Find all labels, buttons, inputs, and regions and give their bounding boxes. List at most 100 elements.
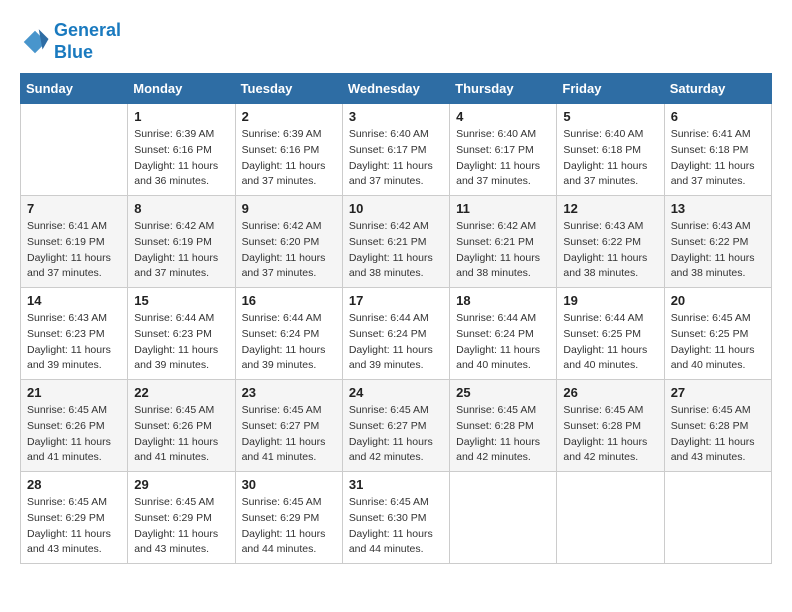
day-info: Sunrise: 6:45 AM Sunset: 6:29 PM Dayligh… — [27, 495, 121, 558]
day-info: Sunrise: 6:44 AM Sunset: 6:23 PM Dayligh… — [134, 311, 228, 374]
day-info: Sunrise: 6:45 AM Sunset: 6:26 PM Dayligh… — [27, 403, 121, 466]
day-number: 18 — [456, 293, 550, 308]
day-cell: 10Sunrise: 6:42 AM Sunset: 6:21 PM Dayli… — [342, 196, 449, 288]
logo-text: General Blue — [54, 20, 121, 63]
day-cell: 11 Sunrise: 6:42 AM Sunset: 6:21 PM Dayli… — [450, 196, 557, 288]
day-info: Sunrise: 6:45 AM Sunset: 6:25 PM Dayligh… — [671, 311, 765, 374]
day-info: Sunrise: 6:45 AM Sunset: 6:27 PM Dayligh… — [349, 403, 443, 466]
week-row-1: 1Sunrise: 6:39 AM Sunset: 6:16 PM Daylig… — [21, 104, 772, 196]
day-number: 21 — [27, 385, 121, 400]
day-cell — [450, 472, 557, 564]
day-cell: 29 Sunrise: 6:45 AM Sunset: 6:29 PM Dayli… — [128, 472, 235, 564]
day-cell: 15 Sunrise: 6:44 AM Sunset: 6:23 PM Dayli… — [128, 288, 235, 380]
day-cell: 14 Sunrise: 6:43 AM Sunset: 6:23 PM Dayli… — [21, 288, 128, 380]
day-number: 10 — [349, 201, 443, 216]
day-cell — [557, 472, 664, 564]
day-cell: 18 Sunrise: 6:44 AM Sunset: 6:24 PM Dayli… — [450, 288, 557, 380]
day-cell — [664, 472, 771, 564]
day-info: Sunrise: 6:39 AM Sunset: 6:16 PM Dayligh… — [242, 127, 336, 190]
day-info: Sunrise: 6:45 AM Sunset: 6:28 PM Dayligh… — [671, 403, 765, 466]
day-number: 4 — [456, 109, 550, 124]
day-info: Sunrise: 6:43 AM Sunset: 6:22 PM Dayligh… — [671, 219, 765, 282]
day-number: 17 — [349, 293, 443, 308]
day-number: 11 — [456, 201, 550, 216]
day-cell: 25Sunrise: 6:45 AM Sunset: 6:28 PM Dayli… — [450, 380, 557, 472]
day-info: Sunrise: 6:45 AM Sunset: 6:27 PM Dayligh… — [242, 403, 336, 466]
week-row-2: 7 Sunrise: 6:41 AM Sunset: 6:19 PM Daylig… — [21, 196, 772, 288]
header-cell-sunday: Sunday — [21, 74, 128, 104]
header-cell-thursday: Thursday — [450, 74, 557, 104]
week-row-5: 28 Sunrise: 6:45 AM Sunset: 6:29 PM Dayli… — [21, 472, 772, 564]
page-header: General Blue — [20, 20, 772, 63]
day-cell: 8 Sunrise: 6:42 AM Sunset: 6:19 PM Daylig… — [128, 196, 235, 288]
day-cell: 7 Sunrise: 6:41 AM Sunset: 6:19 PM Daylig… — [21, 196, 128, 288]
day-cell — [21, 104, 128, 196]
day-number: 26 — [563, 385, 657, 400]
day-cell: 13Sunrise: 6:43 AM Sunset: 6:22 PM Dayli… — [664, 196, 771, 288]
day-number: 30 — [242, 477, 336, 492]
day-number: 27 — [671, 385, 765, 400]
calendar-body: 1Sunrise: 6:39 AM Sunset: 6:16 PM Daylig… — [21, 104, 772, 564]
day-cell: 24 Sunrise: 6:45 AM Sunset: 6:27 PM Dayli… — [342, 380, 449, 472]
header-cell-monday: Monday — [128, 74, 235, 104]
day-cell: 31 Sunrise: 6:45 AM Sunset: 6:30 PM Dayli… — [342, 472, 449, 564]
day-cell: 30Sunrise: 6:45 AM Sunset: 6:29 PM Dayli… — [235, 472, 342, 564]
day-cell: 16Sunrise: 6:44 AM Sunset: 6:24 PM Dayli… — [235, 288, 342, 380]
day-number: 6 — [671, 109, 765, 124]
day-number: 9 — [242, 201, 336, 216]
day-number: 7 — [27, 201, 121, 216]
day-cell: 9 Sunrise: 6:42 AM Sunset: 6:20 PM Daylig… — [235, 196, 342, 288]
day-number: 31 — [349, 477, 443, 492]
day-number: 24 — [349, 385, 443, 400]
day-number: 8 — [134, 201, 228, 216]
day-info: Sunrise: 6:44 AM Sunset: 6:24 PM Dayligh… — [456, 311, 550, 374]
day-number: 20 — [671, 293, 765, 308]
calendar-table: SundayMondayTuesdayWednesdayThursdayFrid… — [20, 73, 772, 564]
day-cell: 3Sunrise: 6:40 AM Sunset: 6:17 PM Daylig… — [342, 104, 449, 196]
day-cell: 28 Sunrise: 6:45 AM Sunset: 6:29 PM Dayli… — [21, 472, 128, 564]
header-cell-tuesday: Tuesday — [235, 74, 342, 104]
day-info: Sunrise: 6:45 AM Sunset: 6:30 PM Dayligh… — [349, 495, 443, 558]
day-cell: 2 Sunrise: 6:39 AM Sunset: 6:16 PM Daylig… — [235, 104, 342, 196]
day-info: Sunrise: 6:41 AM Sunset: 6:19 PM Dayligh… — [27, 219, 121, 282]
header-row: SundayMondayTuesdayWednesdayThursdayFrid… — [21, 74, 772, 104]
logo-icon — [20, 27, 50, 57]
day-cell: 12Sunrise: 6:43 AM Sunset: 6:22 PM Dayli… — [557, 196, 664, 288]
day-cell: 23Sunrise: 6:45 AM Sunset: 6:27 PM Dayli… — [235, 380, 342, 472]
day-number: 14 — [27, 293, 121, 308]
day-cell: 4 Sunrise: 6:40 AM Sunset: 6:17 PM Daylig… — [450, 104, 557, 196]
day-cell: 6Sunrise: 6:41 AM Sunset: 6:18 PM Daylig… — [664, 104, 771, 196]
day-cell: 22 Sunrise: 6:45 AM Sunset: 6:26 PM Dayli… — [128, 380, 235, 472]
day-cell: 19 Sunrise: 6:44 AM Sunset: 6:25 PM Dayli… — [557, 288, 664, 380]
header-cell-friday: Friday — [557, 74, 664, 104]
day-info: Sunrise: 6:40 AM Sunset: 6:17 PM Dayligh… — [456, 127, 550, 190]
day-number: 5 — [563, 109, 657, 124]
day-info: Sunrise: 6:42 AM Sunset: 6:19 PM Dayligh… — [134, 219, 228, 282]
day-number: 3 — [349, 109, 443, 124]
day-info: Sunrise: 6:42 AM Sunset: 6:20 PM Dayligh… — [242, 219, 336, 282]
day-number: 22 — [134, 385, 228, 400]
day-info: Sunrise: 6:45 AM Sunset: 6:26 PM Dayligh… — [134, 403, 228, 466]
day-cell: 5Sunrise: 6:40 AM Sunset: 6:18 PM Daylig… — [557, 104, 664, 196]
header-cell-wednesday: Wednesday — [342, 74, 449, 104]
day-info: Sunrise: 6:45 AM Sunset: 6:28 PM Dayligh… — [563, 403, 657, 466]
day-cell: 17 Sunrise: 6:44 AM Sunset: 6:24 PM Dayli… — [342, 288, 449, 380]
day-cell: 27 Sunrise: 6:45 AM Sunset: 6:28 PM Dayli… — [664, 380, 771, 472]
day-info: Sunrise: 6:44 AM Sunset: 6:24 PM Dayligh… — [242, 311, 336, 374]
day-info: Sunrise: 6:44 AM Sunset: 6:25 PM Dayligh… — [563, 311, 657, 374]
day-info: Sunrise: 6:43 AM Sunset: 6:22 PM Dayligh… — [563, 219, 657, 282]
calendar-header: SundayMondayTuesdayWednesdayThursdayFrid… — [21, 74, 772, 104]
day-info: Sunrise: 6:42 AM Sunset: 6:21 PM Dayligh… — [456, 219, 550, 282]
header-cell-saturday: Saturday — [664, 74, 771, 104]
day-cell: 1Sunrise: 6:39 AM Sunset: 6:16 PM Daylig… — [128, 104, 235, 196]
day-cell: 26 Sunrise: 6:45 AM Sunset: 6:28 PM Dayli… — [557, 380, 664, 472]
day-number: 19 — [563, 293, 657, 308]
day-number: 28 — [27, 477, 121, 492]
day-number: 15 — [134, 293, 228, 308]
day-info: Sunrise: 6:45 AM Sunset: 6:29 PM Dayligh… — [134, 495, 228, 558]
day-cell: 20 Sunrise: 6:45 AM Sunset: 6:25 PM Dayli… — [664, 288, 771, 380]
day-number: 29 — [134, 477, 228, 492]
day-number: 2 — [242, 109, 336, 124]
day-info: Sunrise: 6:43 AM Sunset: 6:23 PM Dayligh… — [27, 311, 121, 374]
day-info: Sunrise: 6:44 AM Sunset: 6:24 PM Dayligh… — [349, 311, 443, 374]
